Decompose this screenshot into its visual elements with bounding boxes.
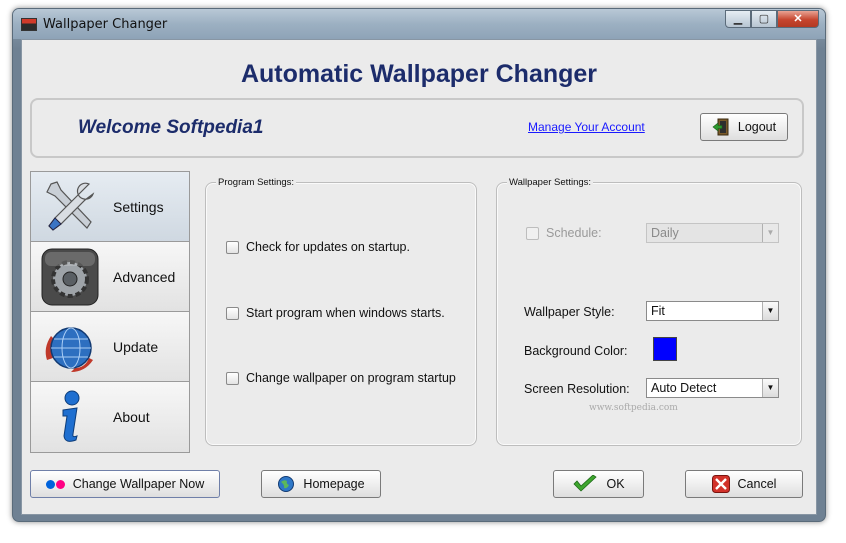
window-title: Wallpaper Changer	[43, 17, 168, 32]
logout-button[interactable]: Logout	[700, 113, 788, 141]
option-label: Start program when windows starts.	[246, 306, 445, 320]
start-with-windows-option[interactable]: Start program when windows starts.	[226, 306, 445, 320]
window-controls: ▁ ▢ ✕	[725, 10, 819, 28]
option-label: Check for updates on startup.	[246, 240, 410, 254]
sidebar-item-advanced[interactable]: Advanced	[31, 242, 189, 312]
chevron-down-icon: ▼	[762, 379, 778, 397]
close-button[interactable]: ✕	[777, 10, 819, 28]
sidebar-item-label: Advanced	[113, 269, 176, 285]
info-icon	[62, 390, 80, 442]
chevron-down-icon: ▼	[762, 302, 778, 320]
sidebar-item-label: About	[113, 409, 150, 425]
chevron-down-icon: ▼	[762, 224, 778, 242]
change-on-startup-checkbox[interactable]	[226, 371, 239, 385]
checkmark-icon	[573, 475, 598, 492]
start-with-windows-checkbox[interactable]	[226, 306, 239, 320]
globe-icon	[45, 327, 93, 372]
check-updates-option[interactable]: Check for updates on startup.	[226, 240, 410, 254]
gear-icon	[41, 248, 99, 306]
schedule-select: Daily ▼	[646, 223, 779, 243]
program-settings-group: Program Settings: Check for updates on s…	[205, 177, 477, 446]
flickr-pink-dot	[55, 479, 65, 489]
change-on-startup-option[interactable]: Change wallpaper on program startup	[226, 371, 456, 385]
screen-resolution-select[interactable]: Auto Detect ▼	[646, 378, 779, 398]
group-title: Program Settings:	[216, 177, 297, 188]
cancel-button[interactable]: Cancel	[685, 470, 803, 498]
watermark: www.softpedia.com	[589, 403, 678, 413]
schedule-label: Schedule:	[546, 226, 602, 240]
sidebar-nav: Settings Advanced Update About	[30, 171, 190, 453]
screen-resolution-label: Screen Resolution:	[524, 382, 630, 396]
change-wallpaper-now-button[interactable]: Change Wallpaper Now	[30, 470, 220, 498]
wallpaper-style-select[interactable]: Fit ▼	[646, 301, 779, 321]
schedule-option: Schedule:	[526, 226, 602, 240]
minimize-button[interactable]: ▁	[725, 10, 751, 28]
maximize-button[interactable]: ▢	[751, 10, 777, 28]
flickr-blue-dot	[45, 479, 55, 489]
sidebar-item-label: Settings	[113, 199, 164, 215]
welcome-text: Welcome Softpedia1	[78, 117, 264, 138]
sidebar-item-about[interactable]: About	[31, 382, 189, 452]
flickr-icon	[45, 479, 65, 489]
logout-label: Logout	[737, 120, 777, 134]
sidebar-item-settings[interactable]: Settings	[31, 172, 189, 242]
app-window: Wallpaper Changer ▁ ▢ ✕ Automatic Wallpa…	[12, 8, 826, 522]
home-globe-icon	[278, 476, 295, 492]
homepage-label: Homepage	[303, 477, 365, 491]
logout-icon	[712, 118, 729, 136]
tools-icon	[46, 181, 95, 231]
group-title: Wallpaper Settings:	[507, 177, 594, 188]
background-color-swatch[interactable]	[653, 337, 677, 361]
cancel-x-icon	[711, 475, 730, 493]
check-updates-checkbox[interactable]	[226, 240, 239, 254]
background-color-label: Background Color:	[524, 344, 628, 358]
option-label: Change wallpaper on program startup	[246, 371, 456, 385]
ok-button[interactable]: OK	[553, 470, 644, 498]
schedule-value: Daily	[651, 226, 679, 240]
sidebar-item-label: Update	[113, 339, 159, 355]
homepage-button[interactable]: Homepage	[261, 470, 381, 498]
cancel-label: Cancel	[737, 477, 777, 491]
wallpaper-style-label: Wallpaper Style:	[524, 305, 615, 319]
change-wallpaper-label: Change Wallpaper Now	[72, 477, 205, 491]
title-bar[interactable]: Wallpaper Changer ▁ ▢ ✕	[13, 9, 825, 39]
page-title: Automatic Wallpaper Changer	[240, 60, 598, 88]
manage-account-link[interactable]: Manage Your Account	[528, 120, 645, 134]
sidebar-item-update[interactable]: Update	[31, 312, 189, 382]
account-panel: Welcome Softpedia1 Manage Your Account L…	[30, 98, 804, 158]
ok-label: OK	[606, 477, 625, 491]
client-area: Automatic Wallpaper Changer Welcome Soft…	[21, 39, 817, 515]
schedule-checkbox	[526, 226, 539, 240]
screen-resolution-value: Auto Detect	[651, 381, 717, 395]
wallpaper-style-value: Fit	[651, 304, 665, 318]
app-icon	[21, 18, 37, 31]
